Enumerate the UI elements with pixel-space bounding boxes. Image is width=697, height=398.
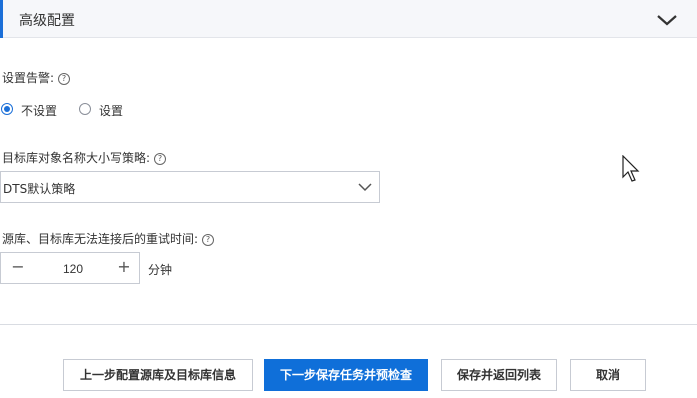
- section-title: 高级配置: [19, 13, 75, 29]
- radio-no-alert-label: 不设置: [21, 104, 58, 118]
- help-icon[interactable]: ?: [58, 73, 71, 85]
- section-accent-bar: [0, 0, 3, 38]
- increment-button[interactable]: +: [109, 253, 139, 283]
- prev-step-button[interactable]: 上一步配置源库及目标库信息: [63, 359, 253, 391]
- chevron-down-icon[interactable]: [656, 12, 678, 28]
- case-policy-select[interactable]: DTS默认策略: [0, 171, 380, 203]
- mouse-pointer-icon: [622, 155, 640, 182]
- retry-time-unit: 分钟: [148, 263, 173, 277]
- radio-checked-icon[interactable]: [1, 103, 13, 115]
- retry-time-label-text: 源库、目标库无法连接后的重试时间:: [2, 232, 199, 246]
- save-return-list-button[interactable]: 保存并返回列表: [441, 359, 557, 391]
- alert-setting-label-text: 设置告警:: [2, 71, 55, 85]
- retry-time-input[interactable]: [33, 253, 113, 285]
- help-icon[interactable]: ?: [154, 153, 167, 165]
- case-policy-label-text: 目标库对象名称大小写策略:: [2, 151, 151, 165]
- alert-setting-label: 设置告警:?: [2, 69, 71, 86]
- chevron-down-icon: [358, 183, 372, 192]
- retry-time-stepper[interactable]: − +: [0, 252, 140, 285]
- decrement-button[interactable]: −: [3, 253, 33, 283]
- case-policy-label: 目标库对象名称大小写策略:?: [2, 149, 167, 166]
- radio-unchecked-icon[interactable]: [79, 103, 91, 115]
- help-icon[interactable]: ?: [202, 234, 215, 246]
- radio-set-alert-label: 设置: [99, 104, 124, 118]
- retry-time-label: 源库、目标库无法连接后的重试时间:?: [2, 230, 215, 247]
- cancel-button[interactable]: 取消: [570, 359, 646, 391]
- next-step-precheck-button[interactable]: 下一步保存任务并预检查: [264, 359, 428, 391]
- case-policy-selected-value: DTS默认策略: [3, 182, 76, 196]
- advanced-config-section-header[interactable]: 高级配置: [0, 0, 697, 38]
- footer-divider: [0, 324, 697, 325]
